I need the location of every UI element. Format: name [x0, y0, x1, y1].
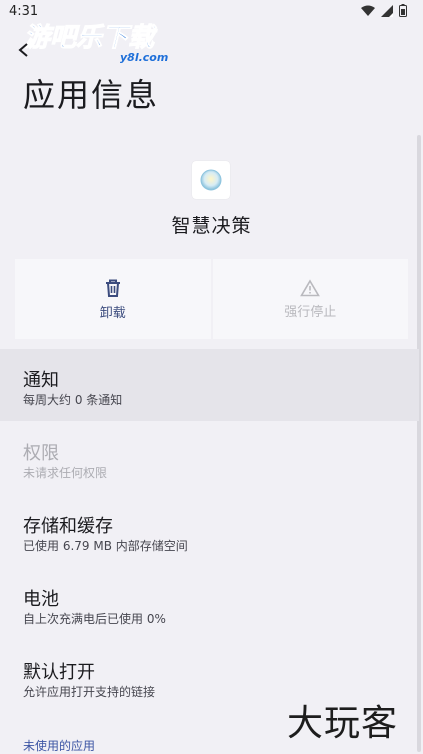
force-stop-button[interactable]: 强行停止 [212, 259, 408, 339]
uninstall-label: 卸载 [99, 305, 126, 321]
watermark-domain: y8l.com [120, 51, 168, 64]
notifications-row[interactable]: 通知 每周大约 0 条通知 [0, 349, 419, 421]
status-icons [361, 4, 407, 17]
trash-icon [105, 279, 120, 297]
force-stop-label: 强行停止 [284, 304, 337, 320]
row-title: 电池 [23, 589, 59, 610]
row-subtitle: 每周大约 0 条通知 [23, 393, 123, 407]
storage-cache-row[interactable]: 存储和缓存 已使用 6.79 MB 内部存储空间 [0, 495, 419, 567]
page-title: 应用信息 [23, 76, 160, 114]
row-subtitle: 自上次充满电后已使用 0% [23, 612, 166, 626]
row-subtitle: 已使用 6.79 MB 内部存储空间 [23, 539, 188, 553]
row-title: 存储和缓存 [23, 516, 113, 537]
permissions-row[interactable]: 权限 未请求任何权限 [0, 422, 419, 494]
row-title: 通知 [23, 370, 59, 391]
app-logo-icon [200, 169, 222, 191]
back-arrow-icon[interactable] [14, 38, 34, 62]
watermark-brand: 游吧乐下载 [24, 23, 158, 53]
battery-row[interactable]: 电池 自上次充满电后已使用 0% [0, 568, 419, 640]
watermark-logo: 游吧乐下载 y8l.com [22, 18, 182, 66]
battery-icon [399, 4, 407, 17]
status-time: 4:31 [9, 4, 39, 19]
watermark-corner-text: 大玩客 [287, 703, 399, 744]
app-icon [192, 161, 230, 199]
app-name: 智慧决策 [171, 215, 252, 237]
unused-apps-section-header: 未使用的应用 [23, 739, 96, 753]
warning-icon [300, 278, 321, 296]
row-subtitle: 允许应用打开支持的链接 [23, 685, 156, 699]
row-title: 权限 [23, 443, 59, 464]
row-title: 默认打开 [23, 662, 95, 683]
signal-icon [381, 4, 393, 17]
uninstall-button[interactable]: 卸载 [15, 259, 211, 339]
wifi-icon [361, 5, 375, 16]
row-subtitle: 未请求任何权限 [23, 466, 108, 480]
action-bar: 卸载 强行停止 [15, 259, 408, 339]
